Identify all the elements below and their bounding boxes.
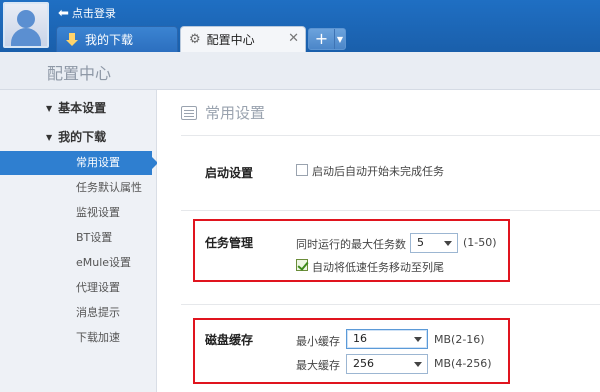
tab-config-center[interactable]: ⚙ 配置中心 ✕: [180, 26, 306, 52]
sidebar-item-bt[interactable]: BT设置: [0, 226, 157, 250]
tab-my-downloads[interactable]: 我的下载: [56, 26, 178, 52]
sidebar-item-monitor[interactable]: 监视设置: [0, 201, 157, 225]
chevron-down-icon: [414, 362, 422, 367]
disk-cache-label: 磁盘缓存: [205, 333, 254, 347]
chevron-down-icon: [444, 241, 452, 246]
sidebar-group-my-downloads[interactable]: ▼ 我的下载: [46, 128, 106, 145]
user-avatar[interactable]: [3, 2, 49, 48]
plus-icon[interactable]: +: [309, 29, 335, 49]
gear-icon: ⚙: [189, 32, 201, 47]
section-title: 常用设置: [205, 104, 266, 122]
min-cache-select[interactable]: 16: [346, 329, 428, 349]
max-cache-unit: MB(4-256): [434, 357, 492, 370]
new-tab-button[interactable]: + ▼: [308, 28, 346, 50]
min-cache-label: 最小缓存: [296, 335, 340, 348]
section-heading: 常用设置: [181, 102, 265, 123]
max-tasks-range: (1-50): [463, 236, 497, 249]
sidebar-item-notifications[interactable]: 消息提示: [0, 301, 157, 325]
move-slow-checkbox[interactable]: [296, 259, 308, 271]
chevron-down-icon: [414, 337, 422, 342]
max-cache-label: 最大缓存: [296, 359, 340, 372]
min-cache-value: 16: [353, 332, 367, 345]
page-title: 配置中心: [47, 64, 112, 83]
triangle-down-icon: ▼: [46, 133, 53, 142]
login-link[interactable]: ⬅ 点击登录: [58, 4, 116, 22]
sidebar-group-label: 基本设置: [58, 101, 107, 115]
settings-panel: 常用设置 启动设置 启动后自动开始未完成任务 任务管理 同时运行的最大任务数 5…: [157, 90, 600, 392]
sidebar-group-label: 我的下载: [58, 130, 107, 144]
divider: [181, 304, 600, 305]
sidebar-item-emule[interactable]: eMule设置: [0, 251, 157, 275]
tab-label: 我的下载: [85, 33, 134, 47]
back-arrow-icon: ⬅: [58, 5, 69, 21]
close-icon[interactable]: ✕: [288, 31, 299, 46]
max-cache-value: 256: [353, 357, 374, 370]
max-cache-select[interactable]: 256: [346, 354, 428, 374]
highlight-box-cache: [193, 318, 510, 384]
avatar-head-icon: [17, 10, 35, 28]
list-icon: [181, 105, 197, 120]
min-cache-unit: MB(2-16): [434, 333, 485, 346]
sidebar-group-basic[interactable]: ▼ 基本设置: [46, 99, 106, 116]
tab-label: 配置中心: [206, 33, 255, 47]
auto-start-label: 启动后自动开始未完成任务: [312, 165, 444, 178]
sidebar-item-common-settings[interactable]: 常用设置: [0, 151, 158, 175]
auto-start-checkbox[interactable]: [296, 164, 308, 176]
divider: [181, 135, 600, 136]
max-tasks-label: 同时运行的最大任务数: [296, 238, 406, 251]
task-management-label: 任务管理: [205, 236, 254, 250]
startup-label: 启动设置: [205, 166, 254, 180]
sidebar-item-task-defaults[interactable]: 任务默认属性: [0, 176, 157, 200]
max-tasks-select[interactable]: 5: [410, 233, 458, 253]
chevron-down-icon[interactable]: ▼: [335, 29, 345, 49]
login-label: 点击登录: [71, 7, 116, 20]
move-slow-label: 自动将低速任务移动至列尾: [312, 261, 444, 274]
sidebar: ▼ 基本设置 ▼ 我的下载 常用设置 任务默认属性 监视设置 BT设置 eMule设…: [0, 90, 158, 392]
download-icon: [65, 32, 79, 48]
sidebar-item-acceleration[interactable]: 下载加速: [0, 326, 157, 350]
title-bar: ⬅ 点击登录 我的下载 ⚙ 配置中心 ✕ + ▼: [0, 0, 600, 52]
sidebar-item-proxy[interactable]: 代理设置: [0, 276, 157, 300]
triangle-down-icon: ▼: [46, 104, 53, 113]
max-tasks-value: 5: [417, 236, 424, 249]
divider: [181, 210, 600, 211]
page-header: 配置中心: [0, 52, 600, 90]
